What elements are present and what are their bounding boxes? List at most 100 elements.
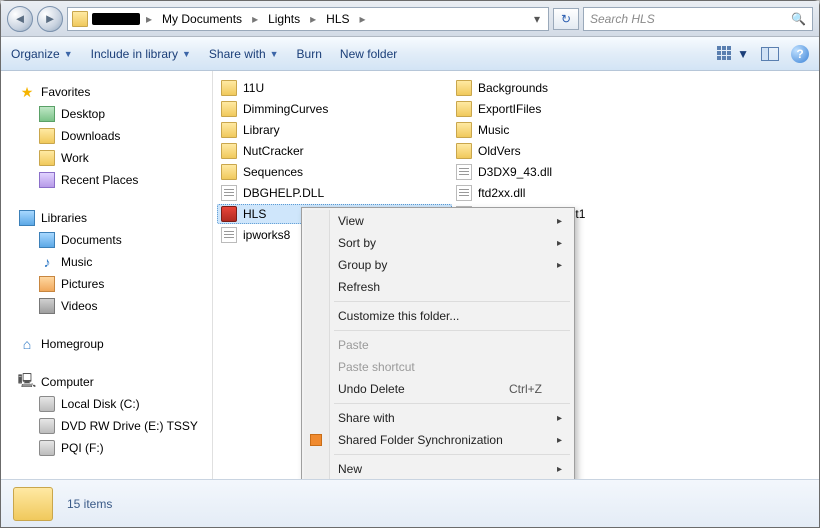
folder-icon	[221, 101, 237, 117]
sidebar-item-downloads[interactable]: Downloads	[1, 125, 212, 147]
file-item[interactable]: ftd2xx.dll	[452, 183, 687, 203]
organize-menu[interactable]: Organize▼	[11, 47, 73, 61]
sidebar-item-recent-places[interactable]: Recent Places	[1, 169, 212, 191]
folder-icon	[456, 143, 472, 159]
share-with-menu[interactable]: Share with▼	[209, 47, 279, 61]
file-item[interactable]: Backgrounds	[452, 78, 687, 98]
sidebar-item-videos[interactable]: Videos	[1, 295, 212, 317]
chevron-right-icon: ▸	[144, 12, 154, 26]
sidebar-item-desktop[interactable]: Desktop	[1, 103, 212, 125]
desktop-icon	[39, 106, 55, 122]
sidebar-item-work[interactable]: Work	[1, 147, 212, 169]
burn-button[interactable]: Burn	[297, 47, 322, 61]
folder-icon	[39, 128, 55, 144]
file-item[interactable]: D3DX9_43.dll	[452, 162, 687, 182]
libraries-header[interactable]: Libraries	[1, 207, 212, 229]
file-label: Sequences	[243, 165, 303, 179]
file-label: HLS	[243, 207, 266, 221]
folder-icon	[221, 164, 237, 180]
menu-new[interactable]: New	[304, 458, 572, 480]
menu-paste: Paste	[304, 334, 572, 356]
file-label: DimmingCurves	[243, 102, 328, 116]
chevron-right-icon: ▸	[358, 12, 368, 26]
sidebar-item-documents[interactable]: Documents	[1, 229, 212, 251]
file-label: Backgrounds	[478, 81, 548, 95]
include-in-library-menu[interactable]: Include in library▼	[91, 47, 191, 61]
preview-pane-button[interactable]	[761, 47, 779, 61]
file-label: ExportIFiles	[478, 102, 541, 116]
file-item[interactable]: 11U	[217, 78, 452, 98]
search-input[interactable]: Search HLS 🔍	[583, 7, 813, 31]
menu-refresh[interactable]: Refresh	[304, 276, 572, 298]
back-button[interactable]: ◄	[7, 6, 33, 32]
documents-icon	[39, 232, 55, 248]
sidebar-item-music[interactable]: ♪Music	[1, 251, 212, 273]
favorites-header[interactable]: ★Favorites	[1, 81, 212, 103]
file-label: ipworks8	[243, 228, 290, 242]
sidebar-item-pictures[interactable]: Pictures	[1, 273, 212, 295]
file-label: Music	[478, 123, 509, 137]
breadcrumb[interactable]: My Documents	[158, 12, 246, 26]
breadcrumb-root[interactable]	[92, 13, 140, 25]
libraries-icon	[19, 210, 35, 226]
folder-icon	[221, 143, 237, 159]
navigation-pane: ★Favorites Desktop Downloads Work Recent…	[1, 71, 213, 479]
file-item[interactable]: OldVers	[452, 141, 687, 161]
file-label: ftd2xx.dll	[478, 186, 525, 200]
menu-customize-folder[interactable]: Customize this folder...	[304, 305, 572, 327]
titlebar: ◄ ► ▸ My Documents ▸ Lights ▸ HLS ▸ ▾ ↻ …	[1, 1, 819, 37]
sidebar-item-dvd-drive[interactable]: DVD RW Drive (E:) TSSY	[1, 415, 212, 437]
file-label: DBGHELP.DLL	[243, 186, 324, 200]
folder-icon	[72, 11, 88, 27]
file-item[interactable]: DBGHELP.DLL	[217, 183, 452, 203]
menu-shared-folder-sync[interactable]: Shared Folder Synchronization	[304, 429, 572, 451]
sidebar-item-pqi-drive[interactable]: PQI (F:)	[1, 437, 212, 459]
menu-sort-by[interactable]: Sort by	[304, 232, 572, 254]
status-bar: 15 items	[1, 479, 819, 527]
help-button[interactable]: ?	[791, 45, 809, 63]
breadcrumb[interactable]: Lights	[264, 12, 304, 26]
menu-undo-delete[interactable]: Undo DeleteCtrl+Z	[304, 378, 572, 400]
command-bar: Organize▼ Include in library▼ Share with…	[1, 37, 819, 71]
menu-view[interactable]: View	[304, 210, 572, 232]
forward-button[interactable]: ►	[37, 6, 63, 32]
dll-icon	[221, 227, 237, 243]
file-label: D3DX9_43.dll	[478, 165, 552, 179]
sync-icon	[310, 434, 322, 446]
grid-icon	[717, 46, 733, 62]
address-bar[interactable]: ▸ My Documents ▸ Lights ▸ HLS ▸ ▾	[67, 7, 549, 31]
folder-icon	[13, 487, 53, 521]
star-icon: ★	[19, 84, 35, 100]
computer-header[interactable]: 🖳Computer	[1, 371, 212, 393]
videos-icon	[39, 298, 55, 314]
view-options-button[interactable]: ▼	[717, 46, 749, 62]
folder-icon	[456, 122, 472, 138]
homegroup-header[interactable]: ⌂Homegroup	[1, 333, 212, 355]
refresh-button[interactable]: ↻	[553, 8, 579, 30]
file-label: Library	[243, 123, 280, 137]
file-label: NutCracker	[243, 144, 304, 158]
file-item[interactable]: NutCracker	[217, 141, 452, 161]
file-item[interactable]: DimmingCurves	[217, 99, 452, 119]
menu-share-with[interactable]: Share with	[304, 407, 572, 429]
breadcrumb[interactable]: HLS	[322, 12, 353, 26]
explorer-window: ◄ ► ▸ My Documents ▸ Lights ▸ HLS ▸ ▾ ↻ …	[0, 0, 820, 528]
folder-icon	[456, 101, 472, 117]
file-item[interactable]: Library	[217, 120, 452, 140]
menu-separator	[334, 454, 570, 455]
folder-icon	[221, 80, 237, 96]
search-icon: 🔍	[791, 12, 806, 26]
file-item[interactable]: ExportIFiles	[452, 99, 687, 119]
file-item[interactable]: Music	[452, 120, 687, 140]
file-label: OldVers	[478, 144, 521, 158]
menu-group-by[interactable]: Group by	[304, 254, 572, 276]
sidebar-item-local-disk[interactable]: Local Disk (C:)	[1, 393, 212, 415]
address-dropdown[interactable]: ▾	[530, 12, 544, 26]
file-item[interactable]: Sequences	[217, 162, 452, 182]
menu-paste-shortcut: Paste shortcut	[304, 356, 572, 378]
folder-icon	[39, 150, 55, 166]
recent-icon	[39, 172, 55, 188]
dvd-icon	[39, 418, 55, 434]
drive-icon	[39, 396, 55, 412]
new-folder-button[interactable]: New folder	[340, 47, 397, 61]
